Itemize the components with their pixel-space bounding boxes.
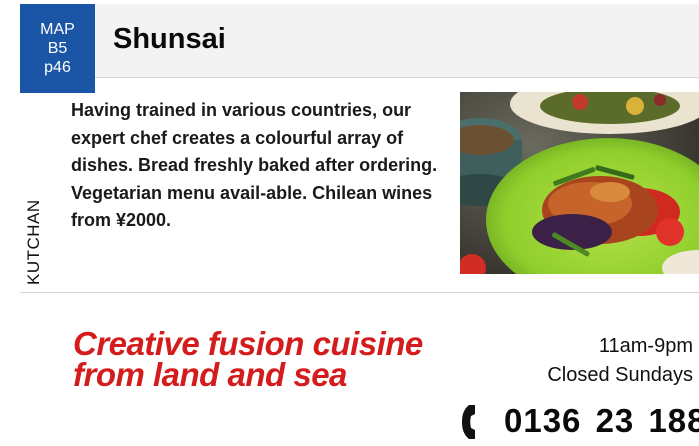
map-badge-page: p46 [44,59,71,76]
tagline: Creative fusion cuisine from land and se… [73,325,453,393]
map-badge-grid: B5 [47,40,68,57]
tagline-line-2: from land and sea [73,356,347,393]
header-divider [95,77,699,78]
restaurant-description: Having trained in various countries, our… [71,100,438,230]
opening-hours: 11am-9pm Closed Sundays [547,332,693,390]
map-badge-label: MAP [40,21,75,38]
tagline-line-1: Creative fusion cuisine [73,325,423,362]
section-divider [20,292,699,293]
map-badge: MAP B5 p46 [20,4,95,93]
opening-hours-time: 11am-9pm [598,335,693,357]
area-label: KUTCHAN [24,199,43,285]
phone-icon [462,405,475,439]
closing-day: Closed Sundays [547,364,693,386]
phone-number: 0136 23 1882 [504,402,699,439]
restaurant-name: Shunsai [113,23,226,55]
restaurant-photo [460,92,699,274]
